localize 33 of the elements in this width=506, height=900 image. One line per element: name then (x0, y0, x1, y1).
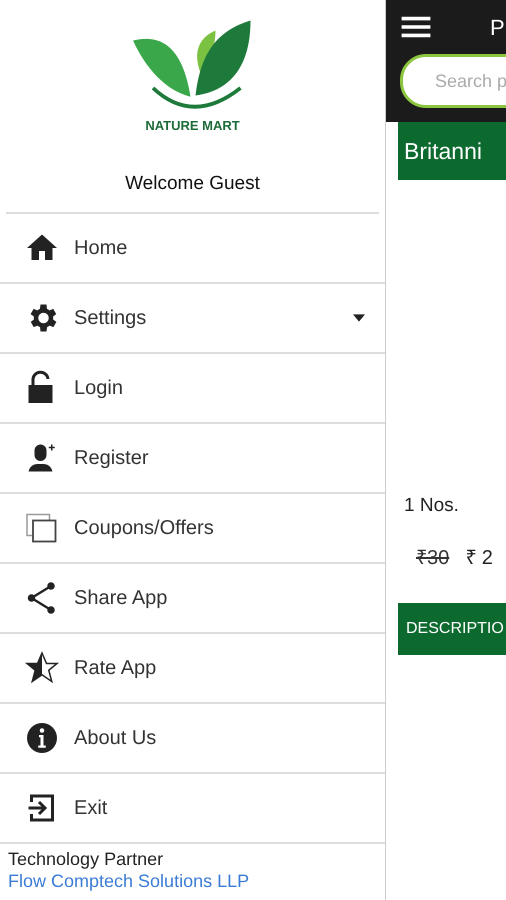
product-title: Britanni (404, 136, 482, 166)
brand-name: NATURE MART (145, 117, 240, 135)
menu-label: Settings (74, 306, 148, 331)
menu-item[interactable]: Register (0, 424, 385, 494)
menu-item[interactable]: Settings (0, 284, 385, 354)
menu-item[interactable]: Share App (0, 564, 385, 634)
half-star-icon (24, 650, 60, 686)
menu-item[interactable]: Rate App (0, 634, 385, 704)
welcome-text: Welcome Guest (125, 172, 260, 196)
page-title: P (490, 14, 505, 42)
menu-label: Share App (74, 586, 168, 611)
menu-item[interactable]: Login (0, 354, 385, 424)
info-icon (24, 720, 60, 756)
tab-label: DESCRIPTIO (406, 618, 504, 638)
menu-label: Coupons/Offers (74, 516, 215, 541)
partner-caption: Technology Partner (8, 848, 164, 870)
description-tab[interactable]: DESCRIPTIO (398, 602, 506, 654)
quantity-text: 1 Nos. (404, 494, 460, 518)
menu-label: Rate App (74, 656, 158, 681)
menu-item[interactable]: Home (0, 214, 385, 284)
menu-item[interactable]: Coupons/Offers (0, 494, 385, 564)
menu-item[interactable]: Exit (0, 774, 385, 844)
menu-item[interactable]: About Us (0, 704, 385, 774)
menu-icon[interactable] (400, 15, 432, 39)
search-field[interactable]: Search p (400, 54, 506, 108)
old-price: ₹30 (416, 546, 450, 570)
price: ₹ 2 (465, 546, 493, 570)
menu-label: Exit (74, 796, 108, 821)
menu-label: Register (74, 446, 150, 471)
partner-link[interactable]: Flow Comptech Solutions LLP (8, 870, 385, 892)
menu-label: Login (74, 376, 124, 401)
menu-label: Home (74, 236, 128, 261)
menu-label: About Us (74, 726, 158, 751)
